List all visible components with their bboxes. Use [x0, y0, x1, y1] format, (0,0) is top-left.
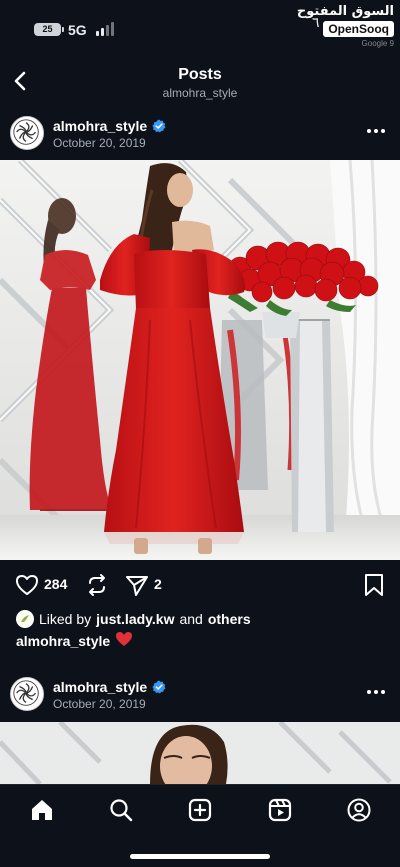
brand-logo-icon [13, 119, 39, 145]
more-options-icon[interactable] [366, 687, 386, 697]
post-photo-illustration [0, 160, 400, 560]
share-send-icon[interactable] [124, 572, 150, 598]
posts-header: Posts almohra_style [0, 58, 400, 108]
caption-username[interactable]: almohra_style [16, 633, 110, 649]
signal-icon [96, 22, 116, 36]
post-image[interactable] [0, 722, 400, 784]
post-photo-illustration [0, 722, 400, 784]
like-heart-icon[interactable] [14, 572, 40, 598]
liked-by-user[interactable]: just.lady.kw [96, 611, 174, 627]
caption-emoji [115, 631, 133, 651]
profile-icon[interactable] [346, 797, 372, 823]
post-image[interactable] [0, 160, 400, 560]
more-options-icon[interactable] [366, 126, 386, 136]
post-header: almohra_style October 20, 2019 [0, 116, 400, 158]
watermark-sub: Google 9 [361, 39, 394, 48]
watermark-arabic: السوق المفتوح [296, 4, 394, 19]
post-actions: 284 2 [0, 568, 400, 602]
likes-count[interactable]: 284 [44, 576, 67, 592]
avatar[interactable] [10, 677, 44, 711]
liked-by-joiner: and [179, 611, 203, 627]
battery-indicator: 25 [34, 23, 64, 36]
save-bookmark-icon[interactable] [362, 572, 386, 598]
watermark-brand: OpenSooq [323, 21, 394, 37]
red-heart-icon [116, 632, 133, 646]
liked-by-others[interactable]: others [208, 611, 251, 627]
opensooq-watermark: السوق المفتوح OpenSooq Google 9 [297, 4, 394, 48]
post-username[interactable]: almohra_style [53, 118, 147, 134]
liker-avatar-icon [17, 611, 33, 627]
avatar[interactable] [10, 116, 44, 150]
shares-count[interactable]: 2 [154, 576, 162, 592]
network-label: 5G [68, 22, 87, 38]
home-icon[interactable] [29, 797, 55, 823]
reels-icon[interactable] [267, 797, 293, 823]
home-indicator[interactable] [130, 854, 270, 859]
liked-by-prefix: Liked by [39, 611, 92, 627]
create-icon[interactable] [187, 797, 213, 823]
liked-by-line: Liked by just.lady.kw and others [16, 610, 251, 628]
post-caption: almohra_style [16, 631, 133, 651]
search-icon[interactable] [108, 797, 134, 823]
status-bar: 25 5G ٦ السوق المفتوح OpenSooq Google 9 [0, 0, 400, 58]
liker-avatar[interactable] [16, 610, 34, 628]
post-date: October 20, 2019 [53, 697, 146, 711]
post-username[interactable]: almohra_style [53, 679, 147, 695]
post-date: October 20, 2019 [53, 136, 146, 150]
verified-badge-icon [152, 680, 166, 694]
repost-icon[interactable] [84, 572, 110, 598]
verified-badge-icon [152, 119, 166, 133]
page-subtitle[interactable]: almohra_style [0, 86, 400, 100]
post-header: almohra_style October 20, 2019 [0, 677, 400, 719]
brand-logo-icon [13, 680, 39, 706]
page-title: Posts [178, 66, 222, 83]
